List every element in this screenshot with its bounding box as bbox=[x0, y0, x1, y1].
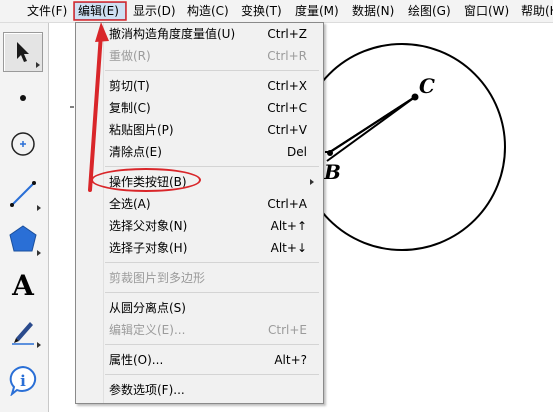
menu-item-label: 复制(C) bbox=[109, 101, 151, 115]
polygon-icon bbox=[9, 225, 37, 252]
menu-item-shortcut: Alt+↓ bbox=[270, 241, 307, 255]
menu-item-undo[interactable]: 撤消构造角度度量值(U) Ctrl+Z bbox=[78, 23, 321, 45]
menu-item-label: 从圆分离点(S) bbox=[109, 301, 186, 315]
menu-separator bbox=[105, 344, 319, 345]
point-c[interactable] bbox=[411, 93, 419, 101]
menu-item-redo[interactable]: 重做(R) Ctrl+R bbox=[78, 45, 321, 67]
menu-separator bbox=[105, 374, 319, 375]
menu-item-label: 参数选项(F)... bbox=[109, 383, 185, 397]
menu-help[interactable]: 帮助(H) bbox=[518, 2, 553, 20]
menu-construct[interactable]: 构造(C) bbox=[184, 2, 232, 20]
menu-item-paste-picture[interactable]: 粘贴图片(P) Ctrl+V bbox=[78, 119, 321, 141]
menu-file[interactable]: 文件(F) bbox=[24, 2, 70, 20]
point-b-label: B bbox=[324, 160, 341, 184]
menu-item-select-parents[interactable]: 选择父对象(N) Alt+↑ bbox=[78, 215, 321, 237]
tool-point[interactable] bbox=[3, 78, 43, 118]
menu-item-shortcut: Ctrl+A bbox=[267, 197, 307, 211]
menu-data[interactable]: 数据(N) bbox=[349, 2, 397, 20]
menu-transform[interactable]: 变换(T) bbox=[238, 2, 285, 20]
point-b[interactable] bbox=[327, 150, 333, 156]
menu-item-shortcut: Ctrl+V bbox=[267, 123, 307, 137]
menu-separator bbox=[105, 166, 319, 167]
arrow-select-icon bbox=[17, 42, 29, 62]
menu-item-shortcut: Ctrl+X bbox=[267, 79, 307, 93]
menu-item-shortcut: Ctrl+C bbox=[267, 101, 307, 115]
tool-polygon[interactable] bbox=[3, 219, 43, 259]
segment-cb-lower[interactable] bbox=[326, 96, 416, 162]
information-icon: i bbox=[9, 365, 37, 396]
menu-item-label: 全选(A) bbox=[109, 197, 151, 211]
tool-segment[interactable] bbox=[3, 174, 43, 214]
menu-item-shortcut: Del bbox=[287, 145, 307, 159]
tool-compass[interactable] bbox=[3, 124, 43, 164]
menu-graph[interactable]: 绘图(G) bbox=[405, 2, 454, 20]
submenu-arrow-icon bbox=[310, 179, 314, 185]
line-segment-icon bbox=[10, 181, 36, 207]
point-c-label: C bbox=[419, 74, 435, 98]
marker-pen-icon bbox=[12, 322, 34, 345]
menu-display[interactable]: 显示(D) bbox=[130, 2, 179, 20]
menu-edit[interactable]: 编辑(E) bbox=[74, 2, 126, 20]
menu-item-label: 编辑定义(E)... bbox=[109, 323, 186, 337]
menu-item-label: 属性(O)... bbox=[109, 353, 164, 367]
point-icon bbox=[20, 95, 26, 101]
menu-separator bbox=[105, 292, 319, 293]
menu-item-clear-point[interactable]: 清除点(E) Del bbox=[78, 141, 321, 163]
menu-item-label: 清除点(E) bbox=[109, 145, 162, 159]
tool-options-triangle bbox=[36, 62, 40, 68]
text-tool-icon: A bbox=[12, 269, 34, 302]
menu-item-shortcut: Alt+? bbox=[274, 353, 307, 367]
menu-item-label: 撤消构造角度度量值(U) bbox=[109, 27, 236, 41]
menu-measure[interactable]: 度量(M) bbox=[292, 2, 342, 20]
menu-separator bbox=[105, 262, 319, 263]
construction-circle[interactable] bbox=[298, 43, 506, 251]
menu-item-properties[interactable]: 属性(O)... Alt+? bbox=[78, 349, 321, 371]
menu-item-split-point[interactable]: 从圆分离点(S) bbox=[78, 297, 321, 319]
menu-item-shortcut: Ctrl+R bbox=[267, 49, 307, 63]
menu-window[interactable]: 窗口(W) bbox=[461, 2, 512, 20]
menu-item-shortcut: Ctrl+E bbox=[268, 323, 307, 337]
tool-options-triangle bbox=[37, 250, 41, 256]
menu-item-label: 选择父对象(N) bbox=[109, 219, 188, 233]
menu-item-label: 重做(R) bbox=[109, 49, 151, 63]
menu-item-select-all[interactable]: 全选(A) Ctrl+A bbox=[78, 193, 321, 215]
tool-select[interactable] bbox=[3, 32, 43, 72]
menu-item-preferences[interactable]: 参数选项(F)... bbox=[78, 379, 321, 401]
tool-options-triangle bbox=[37, 342, 41, 348]
menu-item-shortcut: Ctrl+Z bbox=[267, 27, 307, 41]
menu-item-label: 剪切(T) bbox=[109, 79, 150, 93]
tool-text[interactable]: A bbox=[3, 266, 43, 306]
tool-information[interactable]: i bbox=[3, 360, 43, 400]
menu-item-shortcut: Alt+↑ bbox=[270, 219, 307, 233]
tool-options-triangle bbox=[37, 205, 41, 211]
menu-item-copy[interactable]: 复制(C) Ctrl+C bbox=[78, 97, 321, 119]
menu-item-label: 选择子对象(H) bbox=[109, 241, 188, 255]
menu-separator bbox=[105, 70, 319, 71]
highlight-oval-annotation bbox=[91, 168, 201, 192]
menu-item-label: 粘贴图片(P) bbox=[109, 123, 174, 137]
menu-item-label: 剪裁图片到多边形 bbox=[109, 271, 206, 285]
menu-bar: 文件(F) 编辑(E) 显示(D) 构造(C) 变换(T) 度量(M) 数据(N… bbox=[0, 0, 553, 23]
menu-item-crop-picture[interactable]: 剪裁图片到多边形 bbox=[78, 267, 321, 289]
toolbox: A i bbox=[0, 23, 49, 412]
menu-item-select-children[interactable]: 选择子对象(H) Alt+↓ bbox=[78, 237, 321, 259]
svg-text:i: i bbox=[20, 372, 26, 390]
menu-item-edit-definition[interactable]: 编辑定义(E)... Ctrl+E bbox=[78, 319, 321, 341]
tool-marker[interactable] bbox=[3, 311, 43, 351]
menu-item-cut[interactable]: 剪切(T) Ctrl+X bbox=[78, 75, 321, 97]
edit-menu-dropdown: 撤消构造角度度量值(U) Ctrl+Z 重做(R) Ctrl+R 剪切(T) C… bbox=[75, 22, 324, 404]
compass-circle-icon bbox=[11, 132, 35, 156]
